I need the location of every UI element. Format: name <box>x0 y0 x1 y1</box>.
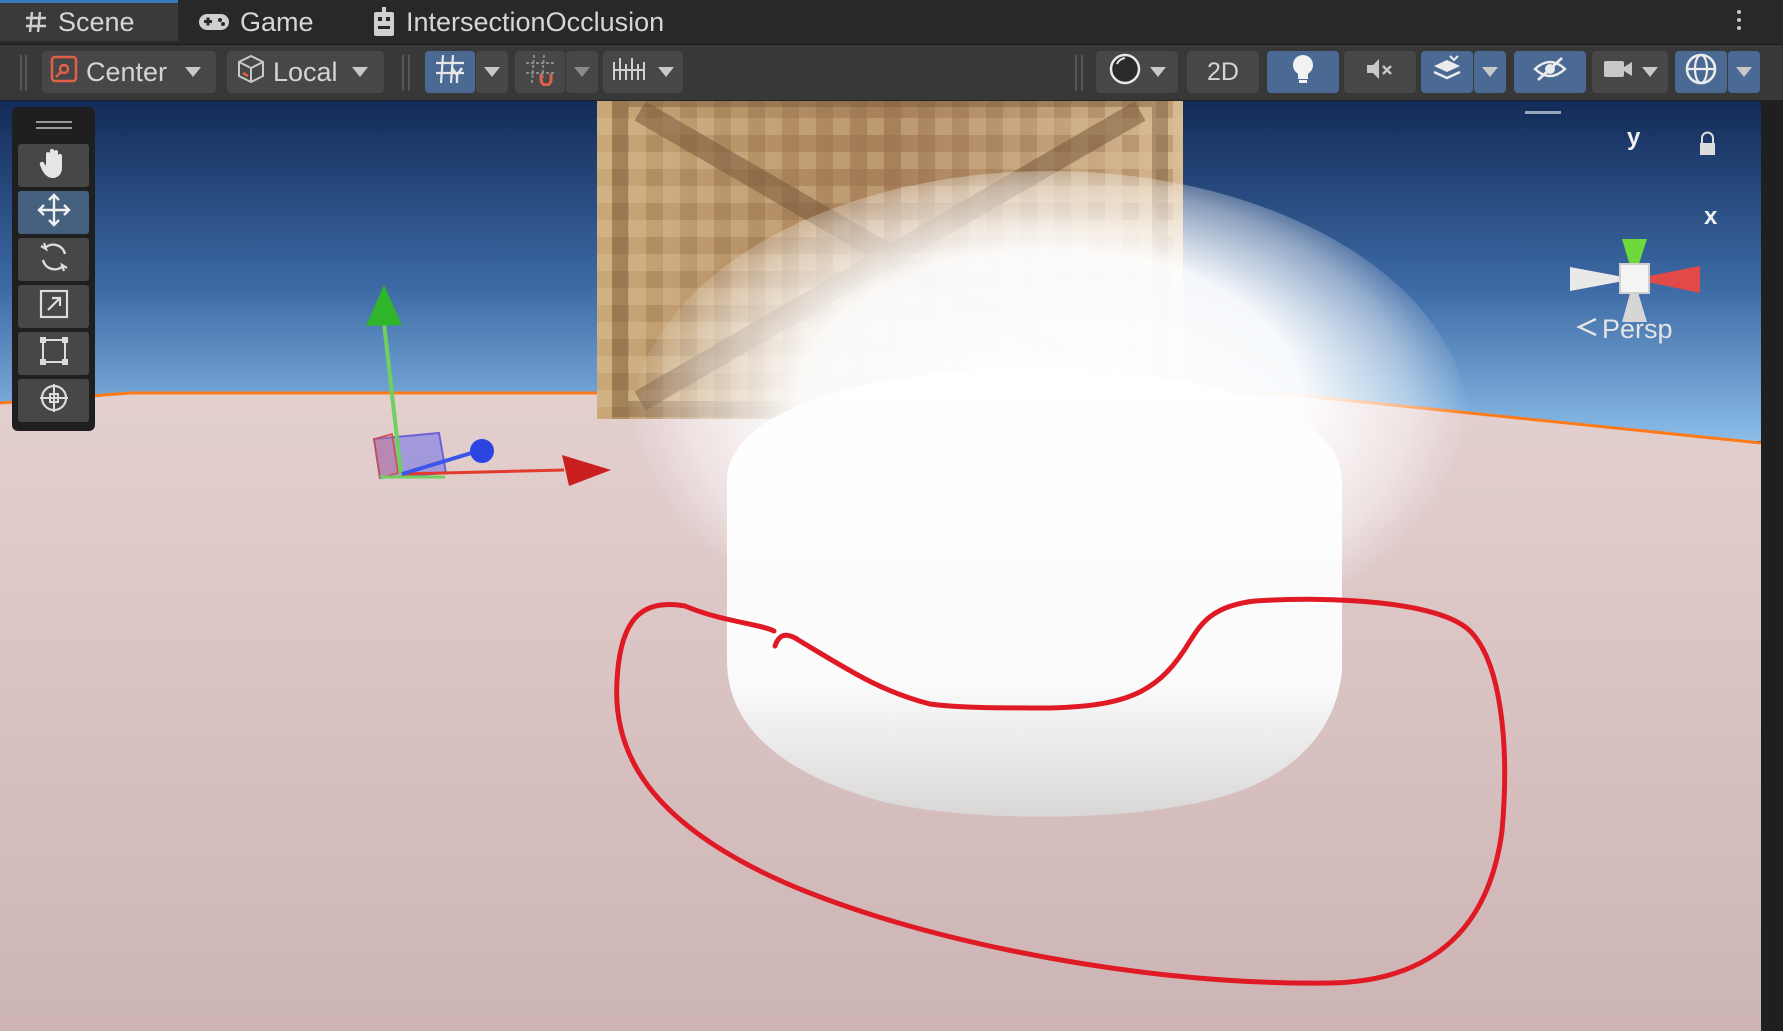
hand-tool-button[interactable] <box>18 144 89 187</box>
gizmos-toggle[interactable] <box>1675 51 1727 93</box>
more-options-icon[interactable] <box>1735 10 1743 34</box>
grid-y-icon <box>433 52 467 93</box>
eye-hidden-icon <box>1532 55 1568 90</box>
chevron-down-icon <box>1642 67 1658 77</box>
grid-options-dropdown[interactable] <box>476 51 508 93</box>
rotate-icon <box>37 240 71 279</box>
rect-transform-icon <box>38 335 70 372</box>
move-tool-button[interactable] <box>18 191 89 234</box>
hand-icon <box>38 146 70 185</box>
scene-lighting-toggle[interactable] <box>1267 51 1339 93</box>
chevron-down-icon <box>185 67 202 77</box>
toolbar-grip <box>25 55 27 91</box>
camera-icon <box>1602 57 1634 88</box>
pivot-icon <box>50 55 78 90</box>
robot-icon <box>372 7 396 37</box>
draw-mode-dropdown[interactable] <box>1096 51 1178 93</box>
scene-camera-dropdown[interactable] <box>1592 51 1668 93</box>
move-arrows-icon <box>36 192 72 233</box>
occlusion-blob[interactable] <box>727 368 1342 817</box>
ruler-icon <box>612 54 646 91</box>
grid-hash-icon <box>24 10 48 34</box>
effects-layers-icon <box>1430 54 1464 91</box>
tab-intersection-occlusion[interactable]: IntersectionOcclusion <box>372 0 664 44</box>
chevron-down-icon <box>1736 67 1752 77</box>
chevron-down-icon <box>1150 67 1166 77</box>
projection-label: Persp <box>1602 314 1673 344</box>
toolbar-grip <box>1081 55 1083 91</box>
viewport-right-edge <box>1761 101 1783 1031</box>
rotate-tool-button[interactable] <box>18 238 89 281</box>
mode-2d-label: 2D <box>1207 57 1239 86</box>
grid-visibility-button[interactable] <box>425 51 475 93</box>
space-mode-label: Local <box>273 56 338 87</box>
rect-tool-button[interactable] <box>18 332 89 375</box>
toolbar-grip <box>402 55 404 91</box>
overlay-grip[interactable] <box>36 121 72 129</box>
overlay-grip[interactable] <box>1525 111 1561 114</box>
toolbar-grip <box>1075 55 1077 91</box>
tools-overlay <box>12 107 95 431</box>
mode-2d-button[interactable]: 2D <box>1187 51 1259 93</box>
scene-audio-toggle[interactable] <box>1344 51 1416 93</box>
chevron-left-icon <box>1576 314 1598 345</box>
transform-combo-icon <box>37 381 71 420</box>
transform-tool-button[interactable] <box>18 379 89 422</box>
grid-snap-icon <box>523 52 557 93</box>
effects-toggle[interactable] <box>1421 51 1473 93</box>
light-bulb-icon <box>1290 53 1316 92</box>
pivot-mode-dropdown[interactable]: Center <box>42 51 216 93</box>
axis-x-label: x <box>1704 203 1718 230</box>
increment-snap-dropdown[interactable] <box>603 51 683 93</box>
scene-viewport[interactable] <box>0 101 1783 1031</box>
chevron-down-icon <box>574 67 590 77</box>
snap-options-dropdown[interactable] <box>566 51 598 93</box>
effects-options-dropdown[interactable] <box>1474 51 1506 93</box>
toolbar-grip <box>20 55 22 91</box>
space-mode-dropdown[interactable]: Local <box>227 51 384 93</box>
scene-visibility-toggle[interactable] <box>1514 51 1586 93</box>
chevron-down-icon <box>484 67 500 77</box>
gizmos-options-dropdown[interactable] <box>1728 51 1760 93</box>
tab-label: Scene <box>58 6 135 37</box>
projection-toggle[interactable]: Persp <box>1576 314 1673 345</box>
speaker-muted-icon <box>1365 56 1395 89</box>
toolbar-grip <box>408 55 410 91</box>
cube-icon <box>235 53 267 92</box>
pivot-mode-label: Center <box>86 56 168 87</box>
tab-game[interactable]: Game <box>198 0 314 44</box>
tab-label: Game <box>240 6 314 37</box>
grid-snap-button[interactable] <box>515 51 565 93</box>
gizmo-globe-icon <box>1683 51 1719 94</box>
chevron-down-icon <box>351 67 368 77</box>
tab-bar: Scene Game IntersectionOcclusion <box>0 0 1783 45</box>
gamepad-icon <box>198 11 230 33</box>
tab-label: IntersectionOcclusion <box>406 6 665 37</box>
scale-tool-button[interactable] <box>18 285 89 328</box>
chevron-down-icon <box>658 67 674 77</box>
chevron-down-icon <box>1482 67 1498 77</box>
tab-scene[interactable]: Scene <box>0 0 178 41</box>
scale-icon <box>38 288 70 325</box>
axis-y-label: y <box>1627 124 1641 151</box>
scene-toolbar: Center Local 2D <box>0 45 1783 101</box>
shaded-sphere-icon <box>1108 52 1142 93</box>
